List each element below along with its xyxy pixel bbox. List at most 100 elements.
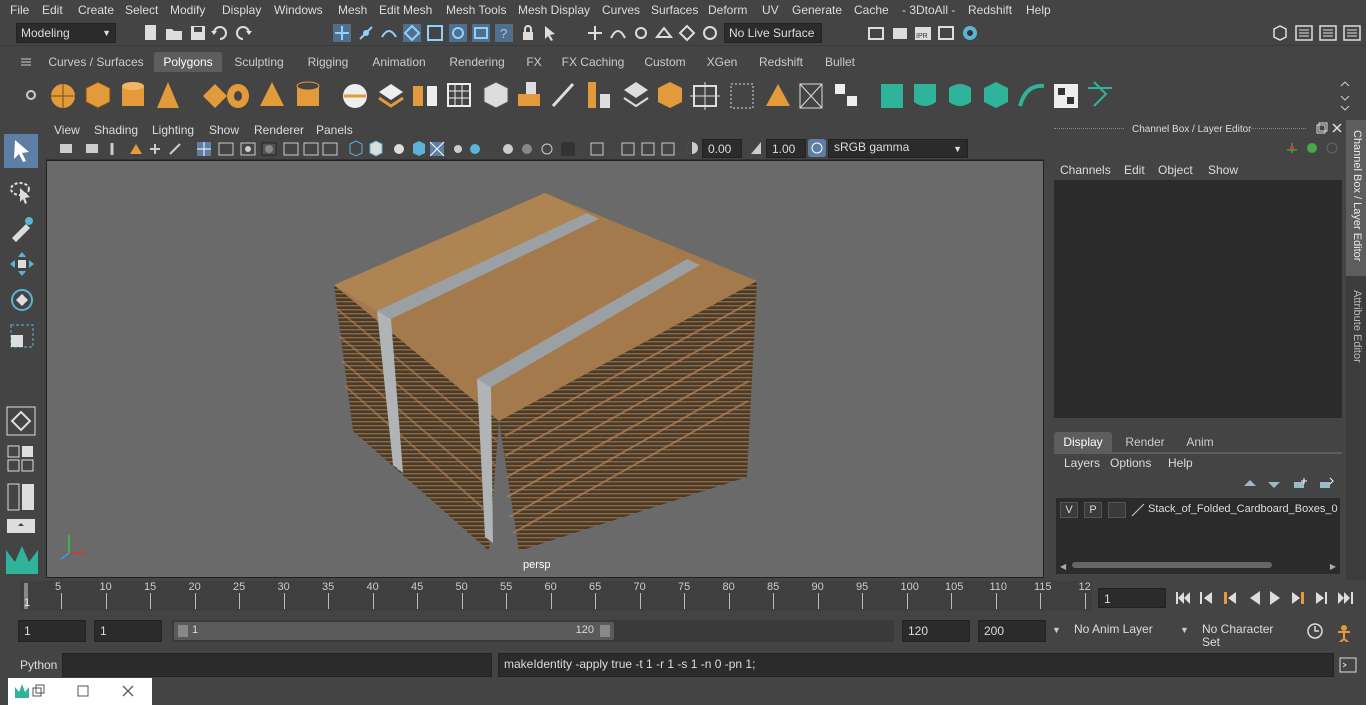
close-icon[interactable] [1331,122,1343,134]
scale-tool-icon[interactable] [8,322,36,350]
layer-menu-options[interactable]: Options [1110,456,1151,470]
channel-dot-icon[interactable] [1304,140,1320,156]
shelf-tab-fx-caching[interactable]: FX Caching [554,52,632,72]
maximize-icon[interactable] [76,684,90,698]
channel-menu-edit[interactable]: Edit [1124,163,1145,177]
layout-two-pane-icon[interactable] [6,482,36,512]
range-handle-right[interactable] [600,625,610,637]
menu-modify[interactable]: Modify [164,3,211,17]
workspace-icon[interactable] [1270,23,1290,43]
character-set-dropdown[interactable]: No Character Set [1196,620,1298,649]
playback-end-field[interactable]: 120 [902,620,970,642]
menu-redshift[interactable]: Redshift [962,3,1018,17]
maya-app-icon[interactable] [14,683,32,699]
snap-to-plane-icon[interactable] [654,23,674,43]
scroll-left-icon[interactable]: ◀ [1060,562,1066,571]
shelf-tab-redshift[interactable]: Redshift [750,52,812,72]
ipr-render-icon[interactable]: IPR [913,23,933,43]
select-tool-icon[interactable] [540,23,560,43]
gamma-field[interactable]: 1.00 [766,139,806,158]
range-slider[interactable]: 1 120 [172,620,894,642]
viewport-menu-show[interactable]: Show [209,123,239,137]
shelf-tab-rendering[interactable]: Rendering [440,52,514,72]
undo-icon[interactable] [210,23,230,43]
command-input[interactable] [62,653,492,677]
snap-view-icon[interactable] [471,23,491,43]
menu-file[interactable]: File [4,3,35,17]
channel-menu-channels[interactable]: Channels [1060,163,1111,177]
select-by-component-icon[interactable] [379,23,399,43]
shelf-menu-icon[interactable] [18,54,34,70]
scroll-right-icon[interactable]: ▶ [1330,562,1336,571]
snap-to-point-icon[interactable] [631,23,651,43]
shelf-icons-strip[interactable] [48,78,1328,114]
viewport-menu-panels[interactable]: Panels [316,123,353,137]
menu-curves[interactable]: Curves [596,3,646,17]
redo-icon[interactable] [233,23,253,43]
new-layer-selected-icon[interactable] [1318,476,1334,492]
toggle-channel-box-icon[interactable] [1294,23,1314,43]
new-scene-icon[interactable] [140,23,160,43]
snap-grid-icon[interactable] [402,23,422,43]
shelf-tab-bullet[interactable]: Bullet [816,52,864,72]
channel-menu-object[interactable]: Object [1158,163,1193,177]
anim-prefs-icon[interactable] [1334,622,1354,642]
shelf-tab-sculpting[interactable]: Sculpting [226,52,292,72]
scrollbar-thumb[interactable] [1072,562,1272,568]
range-handle-left[interactable] [178,625,188,637]
snap-to-curve-icon[interactable] [608,23,628,43]
tab-display[interactable]: Display [1054,432,1112,452]
menu-create[interactable]: Create [72,3,120,17]
menu-cache[interactable]: Cache [848,3,895,17]
select-by-hierarchy-icon[interactable] [332,23,352,43]
layer-menu-help[interactable]: Help [1168,456,1193,470]
viewport-menu-lighting[interactable]: Lighting [152,123,194,137]
toggle-attribute-editor-icon[interactable] [1318,23,1338,43]
colorspace-dropdown[interactable]: sRGB gamma ▼ [828,139,968,158]
channel-menu-show[interactable]: Show [1208,163,1238,177]
tab-anim[interactable]: Anim [1172,432,1228,452]
menu-mesh-display[interactable]: Mesh Display [512,3,596,17]
viewport-toolbar-icons[interactable] [56,140,676,158]
make-live-icon[interactable] [700,23,720,43]
menu-uv[interactable]: UV [756,3,785,17]
close-window-icon[interactable] [121,684,135,698]
open-scene-icon[interactable] [164,23,184,43]
anim-layer-dropdown[interactable]: No Anim Layer [1068,620,1172,642]
layer-name[interactable]: Stack_of_Folded_Cardboard_Boxes_0 [1148,503,1338,515]
shelf-tab-rigging[interactable]: Rigging [298,52,358,72]
panel-grip-right[interactable] [1246,128,1306,130]
layer-scrollbar[interactable]: ◀ ▶ [1060,560,1336,571]
layer-playback-toggle[interactable]: P [1084,502,1102,518]
menu-windows[interactable]: Windows [268,3,329,17]
auto-key-icon[interactable] [1306,622,1324,640]
layer-visibility-toggle[interactable]: V [1060,502,1078,518]
shelf-tab-polygons[interactable]: Polygons [154,52,222,72]
channel-ring-icon[interactable] [1324,140,1340,156]
last-tool-icon[interactable] [6,406,36,436]
snap-to-surface-icon[interactable] [677,23,697,43]
snap-together-icon[interactable] [585,23,605,43]
panel-grip[interactable] [1054,128,1124,130]
shelf-settings-icon[interactable] [24,88,38,102]
script-editor-icon[interactable] [1338,655,1358,675]
save-scene-icon[interactable] [188,23,208,43]
shelf-scroll-icon[interactable] [1338,78,1352,114]
command-language-label[interactable]: Python [20,658,57,672]
viewport-menu-view[interactable]: View [54,123,80,137]
menu-deform[interactable]: Deform [702,3,753,17]
range-slider-handle[interactable]: 1 120 [174,622,614,640]
restore-icon[interactable] [32,684,46,698]
tab-render[interactable]: Render [1116,432,1174,452]
render-settings-icon[interactable] [936,23,956,43]
perspective-viewport[interactable]: persp [46,160,1044,578]
current-frame-field[interactable]: 1 [1098,588,1166,608]
layer-list[interactable]: V P Stack_of_Folded_Cardboard_Boxes_0 ◀ … [1056,498,1340,574]
layer-menu-layers[interactable]: Layers [1064,456,1100,470]
shelf-tab-custom[interactable]: Custom [636,52,694,72]
layout-outliner-icon[interactable] [6,518,36,536]
tab-attribute-editor[interactable]: Attribute Editor [1351,290,1363,363]
tab-channel-box[interactable]: Channel Box / Layer Editor [1351,130,1363,261]
hypershade-icon[interactable] [960,23,980,43]
float-panel-icon[interactable] [1316,122,1328,134]
